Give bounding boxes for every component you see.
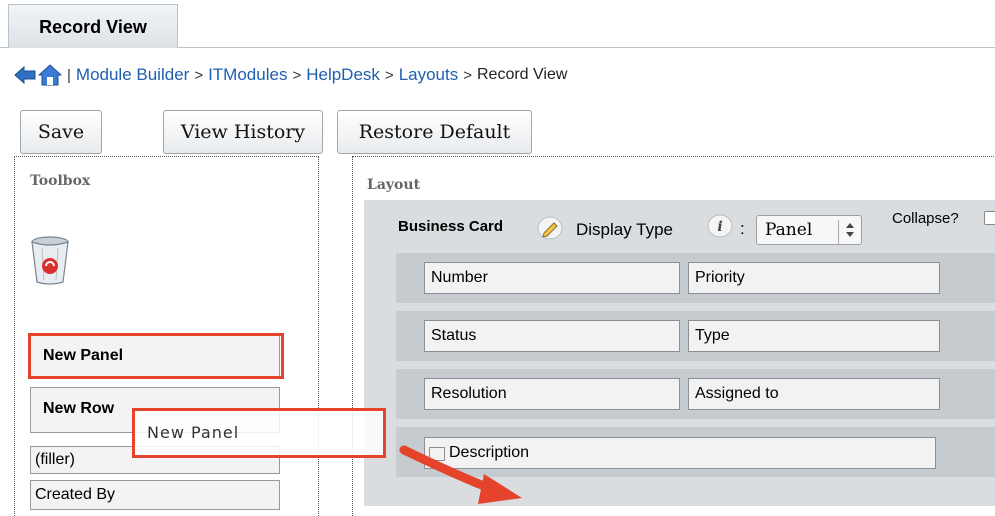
field-assigned-to[interactable]: Assigned to: [688, 378, 940, 410]
collapse-checkbox[interactable]: [984, 211, 995, 225]
breadcrumb-layouts[interactable]: Layouts: [399, 65, 459, 85]
collapse-label: Collapse?: [892, 210, 959, 227]
breadcrumb-separator: >: [384, 66, 394, 84]
breadcrumb: | Module Builder > ITModules > HelpDesk …: [14, 62, 567, 88]
display-type-select[interactable]: Panel: [756, 215, 862, 245]
panel-name: Business Card: [398, 218, 504, 235]
breadcrumb-current: Record View: [477, 66, 568, 83]
breadcrumb-pipe: |: [67, 66, 71, 84]
display-type-label: Display Type: [576, 220, 674, 239]
display-type-colon: :: [740, 219, 745, 238]
breadcrumb-itmodules[interactable]: ITModules: [208, 65, 287, 85]
home-icon[interactable]: [38, 64, 62, 86]
breadcrumb-helpdesk[interactable]: HelpDesk: [306, 65, 380, 85]
trash-can-icon[interactable]: [30, 236, 70, 291]
tab-record-view[interactable]: Record View: [8, 4, 178, 48]
pencil-icon[interactable]: [536, 215, 564, 246]
field-status[interactable]: Status: [424, 320, 680, 352]
select-arrows-icon: [838, 220, 855, 245]
field-priority[interactable]: Priority: [688, 262, 940, 294]
highlight-box-new-panel: [28, 333, 284, 379]
field-resolution[interactable]: Resolution: [424, 378, 680, 410]
save-button[interactable]: Save: [20, 110, 102, 154]
breadcrumb-separator: >: [292, 66, 302, 84]
display-type-value: Panel: [765, 220, 813, 240]
field-type[interactable]: Type: [688, 320, 940, 352]
svg-text:i: i: [717, 219, 722, 235]
breadcrumb-module-builder[interactable]: Module Builder: [76, 65, 189, 85]
pointer-arrow-icon: [398, 438, 528, 513]
breadcrumb-separator: >: [463, 66, 472, 84]
back-arrow-icon[interactable]: [14, 66, 36, 84]
info-icon[interactable]: i: [706, 213, 734, 244]
breadcrumb-separator: >: [194, 66, 204, 84]
layout-title: Layout: [367, 177, 421, 193]
toolbox-title: Toolbox: [30, 173, 91, 189]
field-number[interactable]: Number: [424, 262, 680, 294]
restore-default-button[interactable]: Restore Default: [337, 110, 532, 154]
view-history-button[interactable]: View History: [163, 110, 323, 154]
drag-ghost-new-panel[interactable]: New Panel: [132, 408, 386, 458]
